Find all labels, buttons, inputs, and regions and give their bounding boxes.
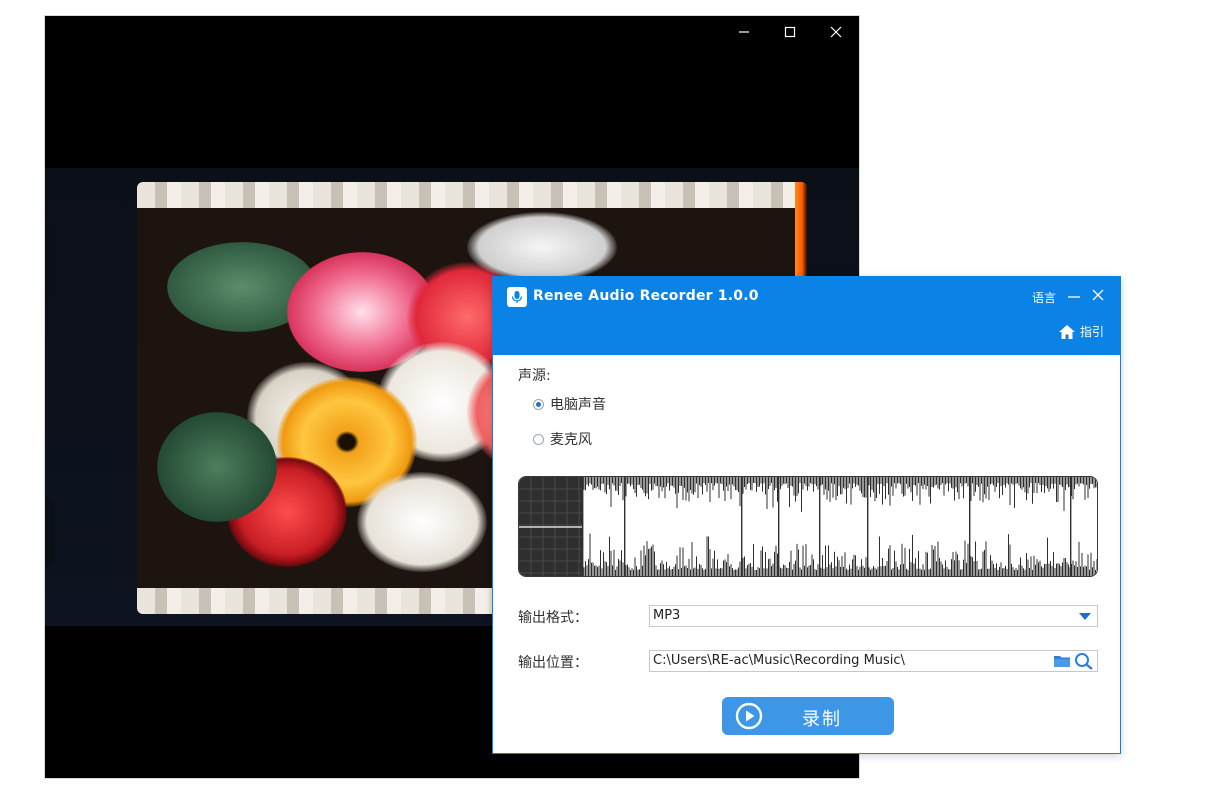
guide-label: 指引 (1079, 325, 1104, 339)
source-option-label: 电脑声音 (550, 397, 606, 413)
play-circle-icon (735, 702, 763, 730)
folder-icon[interactable] (1053, 653, 1071, 673)
white-flower (467, 212, 617, 282)
player-maximize-button[interactable] (767, 16, 813, 48)
waveform-bars (582, 477, 1097, 576)
guide-button[interactable]: 指引 (1058, 323, 1104, 340)
close-icon (830, 26, 842, 38)
output-format-label: 输出格式： (518, 610, 588, 626)
close-icon (1092, 289, 1104, 301)
microphone-icon (507, 287, 527, 307)
chevron-down-icon[interactable] (1079, 613, 1091, 620)
output-location-label: 输出位置： (518, 655, 588, 671)
white-flower (357, 472, 487, 572)
player-close-button[interactable] (813, 16, 859, 48)
record-button[interactable]: 录制 (722, 697, 894, 735)
close-button[interactable] (1090, 287, 1106, 303)
source-option-computer-audio[interactable]: 电脑声音 (533, 394, 606, 414)
radio-button[interactable] (533, 433, 544, 445)
film-notch (45, 228, 55, 298)
film-notch (45, 498, 55, 568)
maximize-icon (784, 26, 796, 38)
leaf-shape (157, 412, 277, 522)
output-location-value: C:\Users\RE-ac\Music\Recording Music\ (653, 653, 905, 668)
output-location-input[interactable]: C:\Users\RE-ac\Music\Recording Music\ (649, 650, 1098, 672)
minimize-icon (1068, 296, 1080, 298)
home-icon (1058, 324, 1075, 339)
title-bar: Renee Audio Recorder 1.0.0 语言 指引 (493, 277, 1120, 355)
app-title: Renee Audio Recorder 1.0.0 (533, 288, 759, 304)
search-icon[interactable] (1074, 652, 1094, 674)
audio-waveform-display (518, 476, 1098, 577)
output-format-value: MP3 (653, 608, 681, 623)
source-option-microphone[interactable]: 麦克风 (533, 429, 592, 449)
output-format-select[interactable]: MP3 (649, 605, 1098, 627)
source-label: 声源: (518, 368, 551, 384)
minimize-button[interactable] (1066, 287, 1082, 303)
waveform-graphic (519, 477, 1097, 576)
record-label: 录制 (802, 709, 842, 730)
radio-button[interactable] (533, 398, 544, 410)
audio-recorder-window: Renee Audio Recorder 1.0.0 语言 指引 声源: 电脑声… (492, 276, 1121, 754)
source-option-label: 麦克风 (550, 432, 592, 448)
film-strip (137, 182, 807, 208)
player-minimize-button[interactable] (721, 16, 767, 48)
minimize-icon (739, 31, 749, 33)
language-button[interactable]: 语言 (1032, 289, 1056, 306)
